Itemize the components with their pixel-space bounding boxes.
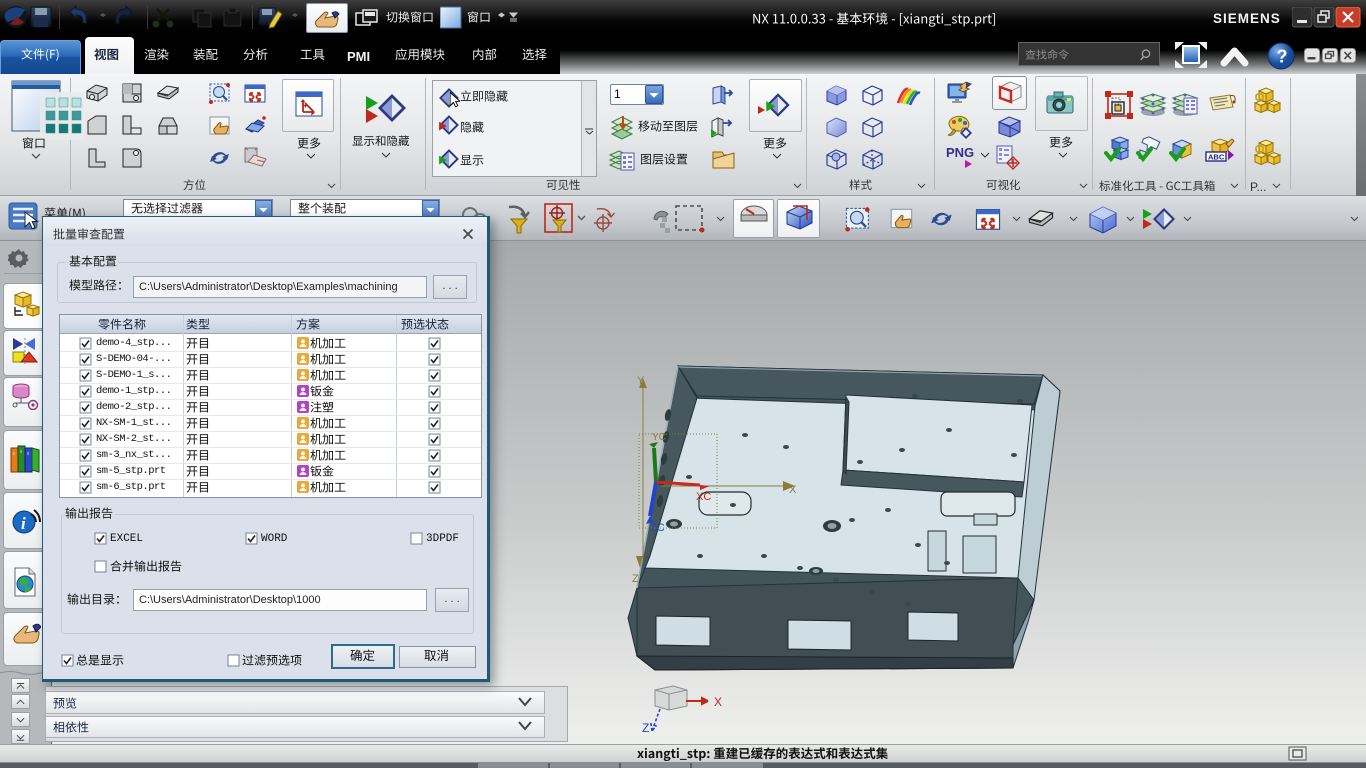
svg-text:ZC: ZC xyxy=(650,522,665,534)
svg-text:Z: Z xyxy=(642,721,649,735)
svg-text:YC: YC xyxy=(652,432,666,443)
svg-text:Z: Z xyxy=(632,573,639,585)
svg-text:Y: Y xyxy=(637,375,645,387)
svg-text:X: X xyxy=(789,484,797,496)
svg-text:X: X xyxy=(714,695,722,709)
svg-text:XC: XC xyxy=(696,491,711,503)
svg-text:ABC: ABC xyxy=(1208,153,1225,162)
svg-text:?: ? xyxy=(1277,47,1288,67)
svg-text:i: i xyxy=(21,514,26,533)
